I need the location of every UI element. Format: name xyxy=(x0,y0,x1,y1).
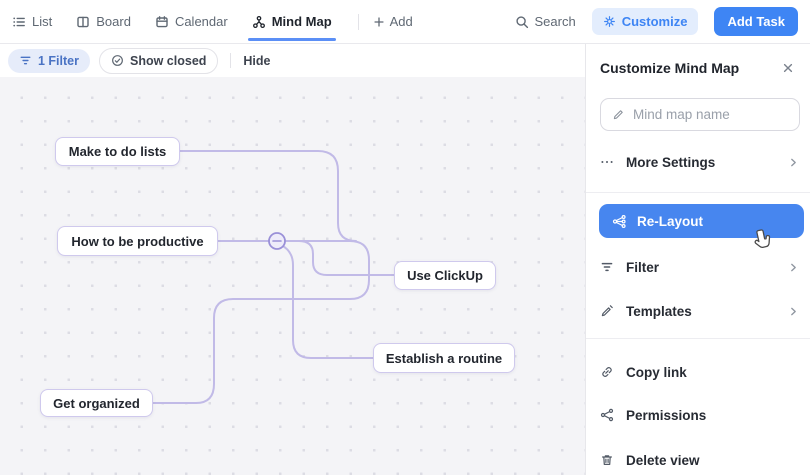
share-icon xyxy=(600,408,614,422)
relayout-button[interactable]: Re-Layout xyxy=(599,204,804,238)
hide-label: Hide xyxy=(243,54,270,68)
view-tabs-bar: List Board Calendar Mind Map xyxy=(0,0,810,44)
filter-chip-label: 1 Filter xyxy=(38,54,79,68)
search-label: Search xyxy=(535,14,576,29)
tab-list[interactable]: List xyxy=(12,0,52,44)
add-view-label: Add xyxy=(390,14,413,29)
add-view-button[interactable]: Add xyxy=(373,14,413,29)
search-icon xyxy=(515,15,529,29)
tab-label: Board xyxy=(96,14,131,29)
customize-button[interactable]: Customize xyxy=(592,8,699,35)
chevron-right-icon xyxy=(787,305,800,318)
mind-map-node[interactable]: Get organized xyxy=(40,389,153,417)
calendar-icon xyxy=(155,15,169,29)
show-closed-button[interactable]: Show closed xyxy=(99,48,218,74)
chevron-right-icon xyxy=(787,261,800,274)
edge-get-organized xyxy=(153,241,369,403)
templates-icon xyxy=(600,304,614,318)
ellipsis-icon xyxy=(600,155,614,169)
customize-label: Customize xyxy=(622,14,688,29)
tab-calendar[interactable]: Calendar xyxy=(155,0,228,44)
filter-item[interactable]: Filter xyxy=(600,256,800,278)
relayout-label: Re-Layout xyxy=(637,214,703,229)
mind-map-icon xyxy=(252,15,266,29)
filter-chip[interactable]: 1 Filter xyxy=(8,49,90,73)
delete-view-label: Delete view xyxy=(626,453,700,468)
show-closed-label: Show closed xyxy=(130,54,206,68)
add-task-label: Add Task xyxy=(727,14,785,29)
tab-board[interactable]: Board xyxy=(76,0,131,44)
close-panel-button[interactable] xyxy=(778,58,798,78)
board-icon xyxy=(76,15,90,29)
gear-icon xyxy=(603,15,616,28)
topbar-actions: Search Customize Add Task xyxy=(515,7,799,36)
filter-icon xyxy=(19,54,32,67)
filter-icon xyxy=(600,260,614,274)
more-settings-item[interactable]: More Settings xyxy=(600,151,800,173)
mind-map-node[interactable]: Make to do lists xyxy=(55,137,180,166)
copy-link-label: Copy link xyxy=(626,365,687,380)
customize-panel: Customize Mind Map More Settings xyxy=(585,44,810,475)
tab-label: List xyxy=(32,14,52,29)
close-icon xyxy=(781,61,795,75)
clickup-mindmap-view: List Board Calendar Mind Map xyxy=(0,0,810,475)
hide-button[interactable]: Hide xyxy=(243,54,270,68)
permissions-label: Permissions xyxy=(626,408,706,423)
collapse-node-icon xyxy=(269,233,285,249)
divider xyxy=(230,53,231,68)
check-circle-icon xyxy=(111,54,124,67)
add-task-button[interactable]: Add Task xyxy=(714,7,798,36)
canvas-toolbar: 1 Filter Show closed Hide xyxy=(0,44,585,77)
edge-use-clickup xyxy=(285,241,394,275)
divider xyxy=(586,338,810,339)
tab-mind-map[interactable]: Mind Map xyxy=(252,0,332,44)
mind-map-name-field[interactable] xyxy=(600,98,800,131)
copy-link-item[interactable]: Copy link xyxy=(600,361,800,383)
mind-map-node[interactable]: How to be productive xyxy=(57,226,218,256)
delete-view-item[interactable]: Delete view xyxy=(600,449,800,471)
panel-title: Customize Mind Map xyxy=(600,60,739,76)
search-button[interactable]: Search xyxy=(515,14,576,29)
more-settings-label: More Settings xyxy=(626,155,715,170)
mind-map-node[interactable]: Use ClickUp xyxy=(394,261,496,290)
list-icon xyxy=(12,15,26,29)
edge-establish-a-routine xyxy=(281,245,373,358)
mind-map-canvas[interactable]: Make to do lists How to be productive Us… xyxy=(0,77,585,475)
relayout-icon xyxy=(612,214,627,229)
trash-icon xyxy=(600,453,614,467)
mind-map-node[interactable]: Establish a routine xyxy=(373,343,515,373)
pencil-icon xyxy=(612,108,625,121)
divider xyxy=(358,14,359,30)
templates-label: Templates xyxy=(626,304,692,319)
chevron-right-icon xyxy=(787,156,800,169)
mind-map-name-input[interactable] xyxy=(633,107,810,122)
templates-item[interactable]: Templates xyxy=(600,300,800,322)
link-icon xyxy=(600,365,614,379)
plus-icon xyxy=(373,16,385,28)
divider xyxy=(586,192,810,193)
tab-label: Mind Map xyxy=(272,14,332,29)
permissions-item[interactable]: Permissions xyxy=(600,404,800,426)
filter-label: Filter xyxy=(626,260,659,275)
tab-label: Calendar xyxy=(175,14,228,29)
